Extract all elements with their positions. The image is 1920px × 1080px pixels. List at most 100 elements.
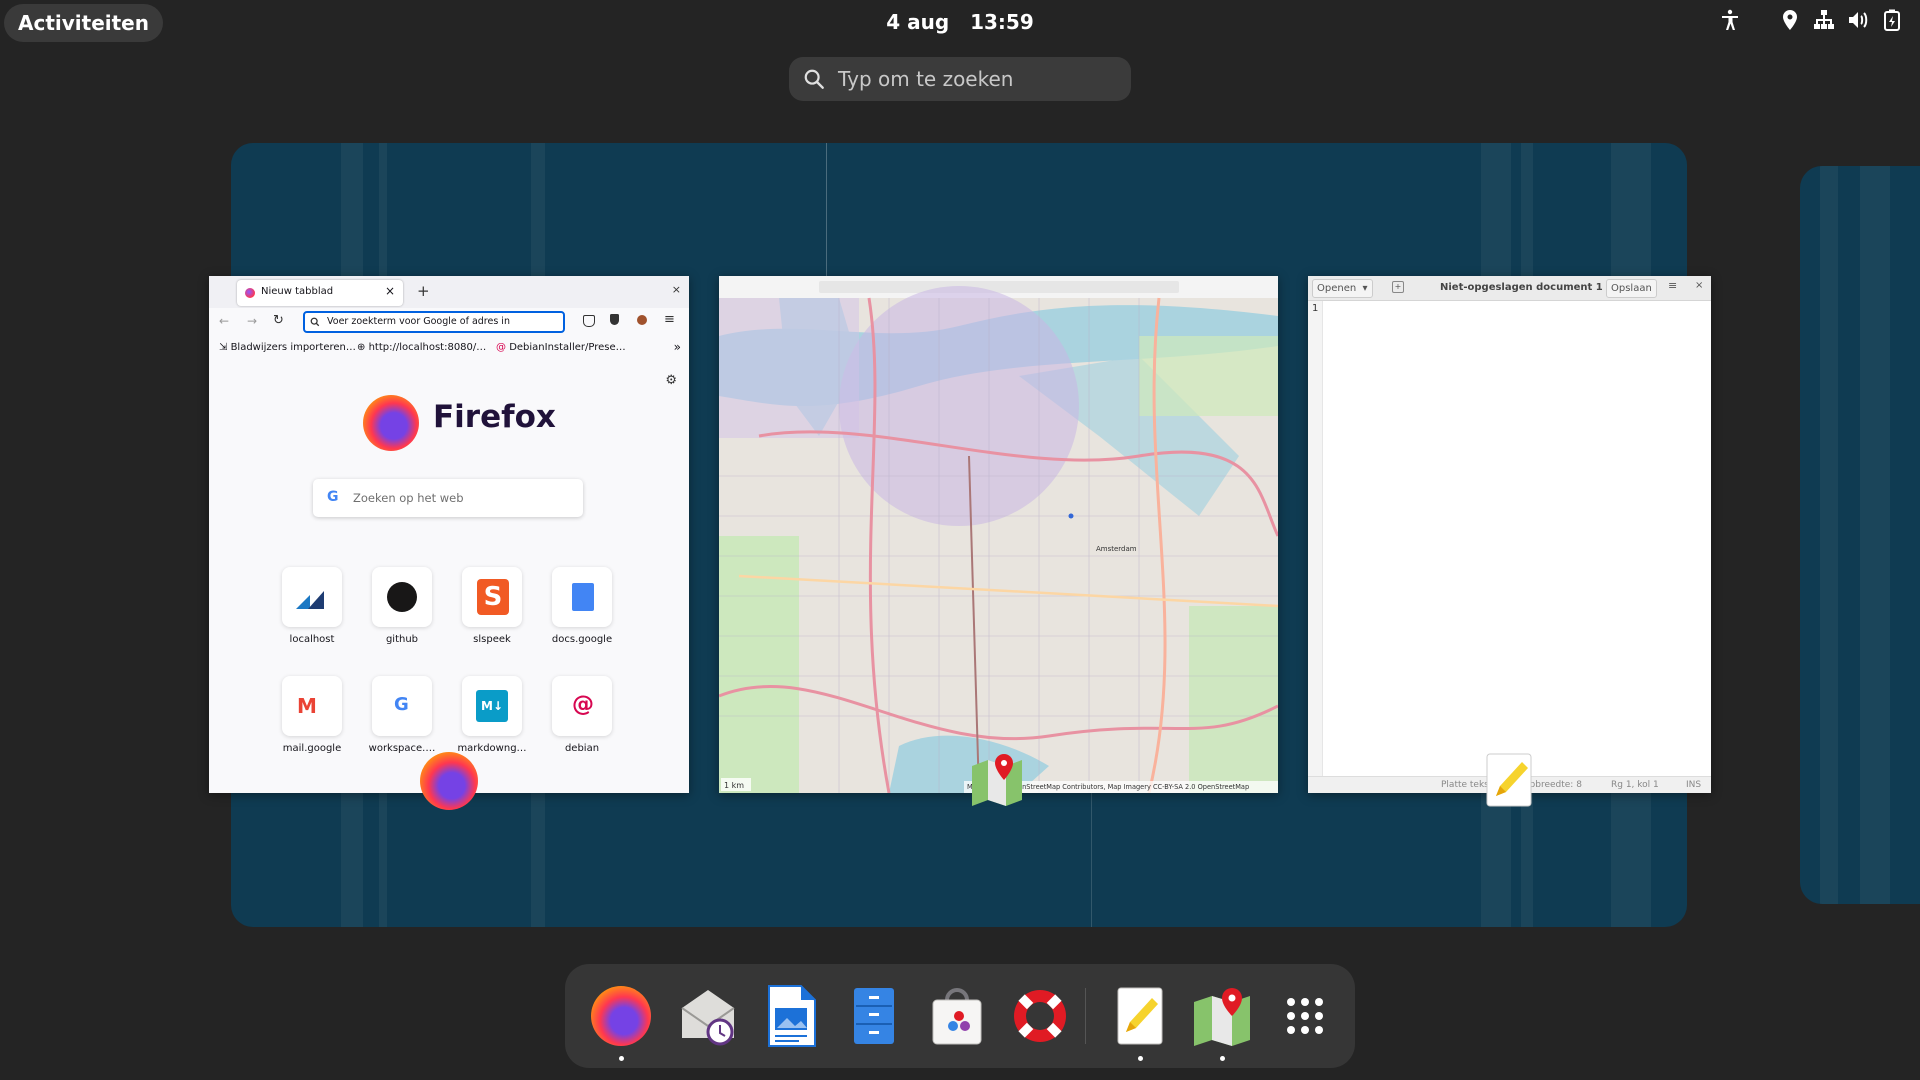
text-editor-icon[interactable] xyxy=(1108,984,1172,1048)
clock[interactable]: 4 aug 13:59 xyxy=(0,0,1920,44)
workspace-next[interactable] xyxy=(1800,166,1920,904)
url-placeholder: Voer zoekterm voor Google of adres in xyxy=(327,316,510,327)
text-editor-app-icon xyxy=(1486,752,1532,808)
shortcut-label: mail.google xyxy=(282,743,342,754)
shortcut-label: docs.google xyxy=(551,634,613,645)
software-store-icon[interactable] xyxy=(925,984,989,1048)
close-tab-icon[interactable]: × xyxy=(385,284,395,298)
new-tab-icon[interactable]: + xyxy=(417,282,430,300)
running-indicator xyxy=(619,1056,624,1061)
firefox-favicon-icon xyxy=(245,288,255,298)
overview-search-input[interactable]: Typ om te zoeken xyxy=(789,57,1131,101)
extension-icon[interactable] xyxy=(637,315,647,325)
shortcut-docs-google[interactable] xyxy=(552,567,612,627)
shortcut-label: debian xyxy=(564,743,600,754)
running-indicator xyxy=(1138,1056,1143,1061)
firefox-logo-icon xyxy=(363,395,419,451)
accessibility-icon[interactable] xyxy=(1718,8,1742,36)
open-button[interactable]: Openen ▾ xyxy=(1312,279,1373,298)
menu-icon[interactable]: ≡ xyxy=(664,312,675,327)
web-search-input[interactable]: G Zoeken op het web xyxy=(313,479,583,517)
new-tab-page: ⚙ Firefox G Zoeken op het web localhost … xyxy=(209,361,689,793)
dock xyxy=(565,964,1355,1068)
libreoffice-writer-icon[interactable] xyxy=(759,984,823,1048)
slspeek-icon: S xyxy=(477,579,509,615)
tab-bar: Nieuw tabblad × + × xyxy=(209,276,689,308)
evolution-mail-icon[interactable] xyxy=(676,984,740,1048)
localhost-icon xyxy=(296,591,324,609)
line-number: 1 xyxy=(1312,303,1319,314)
google-icon: G xyxy=(327,489,339,505)
map-city-label: Amsterdam xyxy=(1096,545,1137,553)
close-window-icon[interactable]: × xyxy=(672,283,681,296)
shield-icon[interactable] xyxy=(610,314,619,325)
shortcut-debian[interactable]: @ xyxy=(552,676,612,736)
battery-icon[interactable] xyxy=(1880,8,1904,36)
editor-headerbar: Openen ▾ + Niet-opgeslagen document 1 Op… xyxy=(1308,276,1711,301)
volume-icon[interactable] xyxy=(1846,8,1870,36)
text-area[interactable] xyxy=(1323,301,1711,777)
save-button[interactable]: Opslaan xyxy=(1606,279,1657,298)
document-title: Niet-opgeslagen document 1 xyxy=(1440,282,1603,293)
help-icon[interactable] xyxy=(1008,984,1072,1048)
window-text-editor[interactable]: Openen ▾ + Niet-opgeslagen document 1 Op… xyxy=(1308,276,1711,793)
search-placeholder: Typ om te zoeken xyxy=(838,67,1014,91)
shortcut-slspeek[interactable]: S xyxy=(462,567,522,627)
firefox-icon[interactable] xyxy=(589,984,653,1048)
debian-icon: @ xyxy=(572,692,594,717)
forward-icon[interactable]: → xyxy=(247,314,257,328)
bookmarks-overflow-icon[interactable]: » xyxy=(674,340,681,354)
clock-date: 4 aug xyxy=(886,10,950,34)
shortcut-markdown[interactable]: M↓ xyxy=(462,676,522,736)
shortcut-label: markdowng… xyxy=(457,743,527,754)
web-search-placeholder: Zoeken op het web xyxy=(353,491,464,505)
bookmark-localhost[interactable]: ⊕ http://localhost:8080/… xyxy=(357,342,486,353)
window-firefox[interactable]: Nieuw tabblad × + × ← → ↻ Voer zoekterm … xyxy=(209,276,689,793)
firefox-brand: Firefox xyxy=(433,399,556,435)
maps-icon[interactable] xyxy=(1190,984,1254,1048)
map-view[interactable]: Amsterdam 1 km Map data © OpenStreetMap … xyxy=(719,276,1278,793)
search-icon xyxy=(310,317,320,327)
shortcut-label: workspace.… xyxy=(368,743,436,754)
maps-app-icon xyxy=(968,752,1026,808)
pocket-icon[interactable] xyxy=(583,315,595,327)
back-icon[interactable]: ← xyxy=(219,314,229,328)
new-tab-icon[interactable]: + xyxy=(1392,281,1404,293)
nav-bar: ← → ↻ Voer zoekterm voor Google of adres… xyxy=(209,308,689,337)
gmail-icon: M xyxy=(297,694,317,718)
top-bar: Activiteiten 4 aug 13:59 xyxy=(0,0,1920,46)
window-maps[interactable]: Amsterdam 1 km Map data © OpenStreetMap … xyxy=(719,276,1278,793)
bookmark-import[interactable]: ⇲ Bladwijzers importeren… xyxy=(219,342,356,353)
status-insert-mode: INS xyxy=(1686,780,1702,790)
location-icon[interactable] xyxy=(1778,8,1802,36)
line-gutter: 1 xyxy=(1308,301,1323,777)
shortcut-label: localhost xyxy=(289,634,335,645)
url-input[interactable]: Voer zoekterm voor Google of adres in xyxy=(303,311,565,333)
file-manager-icon[interactable] xyxy=(842,984,906,1048)
shortcut-label: github xyxy=(385,634,419,645)
bookmarks-toolbar: ⇲ Bladwijzers importeren… ⊕ http://local… xyxy=(209,337,689,362)
shortcut-mail-google[interactable]: M xyxy=(282,676,342,736)
menu-icon[interactable]: ≡ xyxy=(1668,279,1677,292)
shortcut-localhost[interactable] xyxy=(282,567,342,627)
reload-icon[interactable]: ↻ xyxy=(273,313,284,328)
shortcut-github[interactable] xyxy=(372,567,432,627)
status-language[interactable]: Platte tekst xyxy=(1441,780,1492,790)
firefox-app-icon xyxy=(420,752,478,810)
app-grid-icon[interactable] xyxy=(1273,984,1337,1048)
status-position: Rg 1, kol 1 xyxy=(1611,780,1659,790)
close-window-icon[interactable]: × xyxy=(1695,280,1703,291)
activities-button[interactable]: Activiteiten xyxy=(4,4,163,42)
google-docs-icon xyxy=(572,583,594,611)
clock-time: 13:59 xyxy=(970,10,1034,34)
google-icon: G xyxy=(394,694,409,715)
dock-separator xyxy=(1085,988,1086,1044)
bookmark-debian[interactable]: @ DebianInstaller/Prese… xyxy=(496,342,626,353)
network-icon[interactable] xyxy=(1812,8,1836,36)
map-scale: 1 km xyxy=(724,781,744,790)
settings-gear-icon[interactable]: ⚙ xyxy=(665,373,677,388)
markdown-icon: M↓ xyxy=(476,690,508,722)
shortcut-label: slspeek xyxy=(473,634,511,645)
shortcut-workspace[interactable]: G xyxy=(372,676,432,736)
tab-new-tab[interactable]: Nieuw tabblad × xyxy=(237,280,403,306)
